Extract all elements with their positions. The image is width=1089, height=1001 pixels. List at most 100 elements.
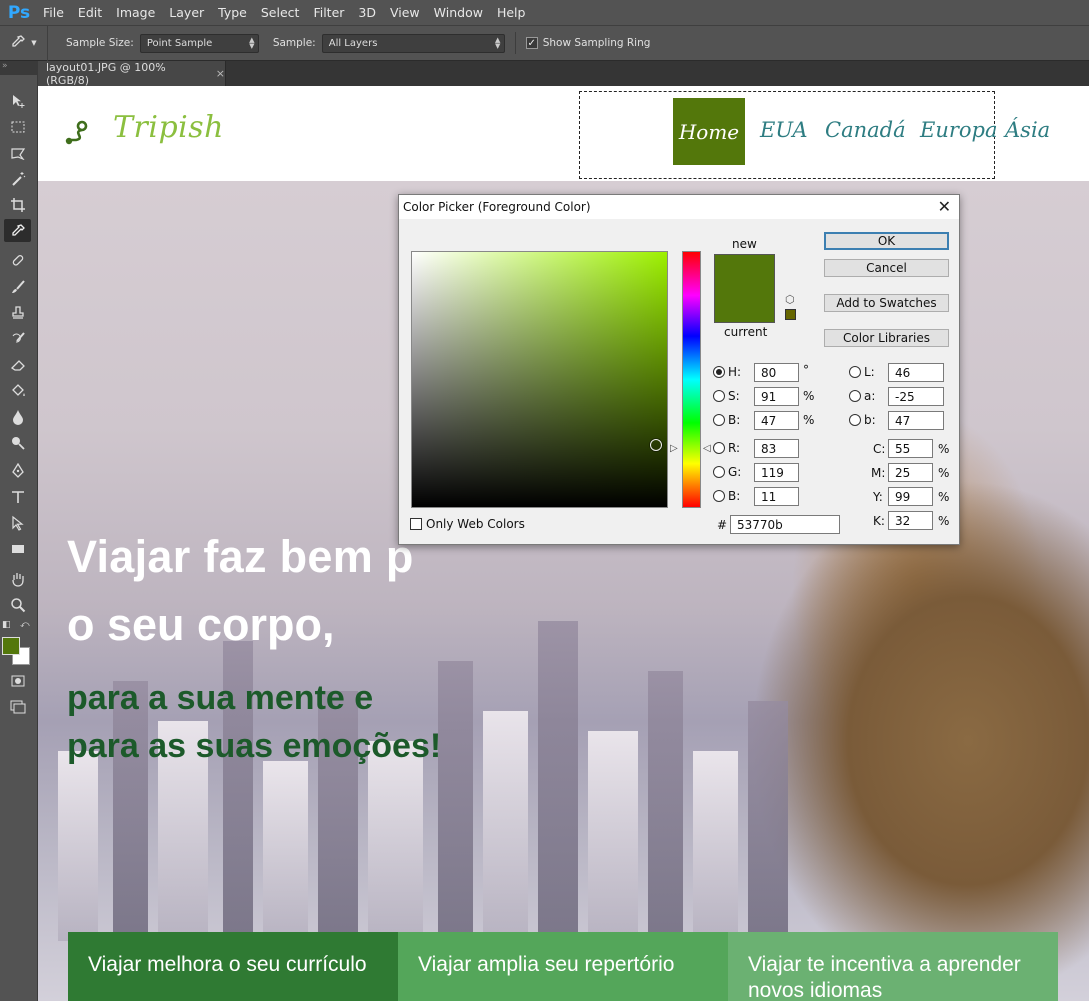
eyedropper-tool-icon[interactable]	[4, 219, 31, 242]
web-safe-swatch[interactable]	[785, 309, 796, 320]
nav-home[interactable]: Home	[673, 98, 745, 165]
add-to-swatches-button[interactable]: Add to Swatches	[824, 294, 949, 312]
lab-l-radio[interactable]: L:	[849, 362, 875, 382]
hue-slider-arrow-right-icon[interactable]: ◁	[703, 443, 711, 454]
lab-b-field[interactable]: 47	[888, 411, 944, 430]
saturation-radio[interactable]: S:	[713, 386, 740, 406]
dodge-tool-icon[interactable]	[4, 431, 31, 454]
menu-help[interactable]: Help	[492, 0, 535, 25]
lab-l-field[interactable]: 46	[888, 363, 944, 382]
red-field[interactable]: 83	[754, 439, 799, 458]
blue-field[interactable]: 11	[754, 487, 799, 506]
menu-file[interactable]: File	[38, 0, 73, 25]
menu-select[interactable]: Select	[256, 0, 309, 25]
hue-field[interactable]: 80	[754, 363, 799, 382]
move-tool-icon[interactable]	[4, 89, 31, 112]
green-field[interactable]: 119	[754, 463, 799, 482]
zoom-tool-icon[interactable]	[4, 593, 31, 616]
building	[58, 751, 98, 941]
dialog-titlebar[interactable]: Color Picker (Foreground Color) ✕	[399, 195, 959, 219]
quick-mask-icon[interactable]	[4, 669, 31, 692]
screen-mode-icon[interactable]	[4, 695, 31, 718]
blue-radio[interactable]: B:	[713, 486, 740, 506]
marquee-tool-icon[interactable]	[4, 115, 31, 138]
sample-select[interactable]: All Layers ▲ ▼	[321, 33, 505, 53]
site-brand[interactable]: Tripish	[113, 110, 224, 145]
magenta-field[interactable]: 25	[888, 463, 933, 482]
cyan-field[interactable]: 55	[888, 439, 933, 458]
brush-tool-icon[interactable]	[4, 275, 31, 298]
hue-slider-arrow-left-icon[interactable]: ▷	[670, 443, 678, 454]
color-libraries-button[interactable]: Color Libraries	[824, 329, 949, 347]
menu-edit[interactable]: Edit	[73, 0, 111, 25]
radio-icon[interactable]	[713, 414, 725, 426]
document-tab[interactable]: layout01.JPG @ 100% (RGB/8) ×	[38, 61, 226, 87]
checkbox-icon[interactable]	[410, 518, 422, 530]
hue-radio[interactable]: H:	[713, 362, 741, 382]
color-picker-ring[interactable]	[650, 439, 662, 451]
nav-europa[interactable]: Europa	[920, 118, 998, 142]
close-icon[interactable]: ✕	[938, 197, 951, 216]
history-brush-icon[interactable]	[4, 327, 31, 350]
current-color-swatch[interactable]	[714, 289, 775, 323]
panel-collapse-strip[interactable]: »	[0, 61, 38, 75]
healing-brush-icon[interactable]	[4, 249, 31, 272]
lasso-tool-icon[interactable]	[4, 141, 31, 164]
tool-preset-picker[interactable]: ▼	[0, 25, 48, 61]
sampling-ring-toggle[interactable]: ✓ Show Sampling Ring	[525, 37, 650, 49]
red-radio[interactable]: R:	[713, 438, 740, 458]
swap-colors-icon[interactable]: ⤺	[20, 620, 30, 630]
saturation-brightness-field[interactable]	[411, 251, 668, 508]
radio-icon[interactable]	[849, 414, 861, 426]
foreground-color-swatch[interactable]	[2, 637, 20, 655]
menu-filter[interactable]: Filter	[308, 0, 353, 25]
rectangle-tool-icon[interactable]	[4, 537, 31, 560]
brightness-radio[interactable]: B:	[713, 410, 740, 430]
blur-tool-icon[interactable]	[4, 405, 31, 428]
menu-view[interactable]: View	[385, 0, 429, 25]
pen-tool-icon[interactable]	[4, 459, 31, 482]
hue-slider[interactable]	[682, 251, 701, 508]
type-tool-icon[interactable]	[4, 485, 31, 508]
hand-tool-icon[interactable]	[4, 567, 31, 590]
magic-wand-icon[interactable]	[4, 167, 31, 190]
menu-window[interactable]: Window	[429, 0, 492, 25]
paint-bucket-icon[interactable]	[4, 379, 31, 402]
radio-selected-icon[interactable]	[713, 366, 725, 378]
lab-a-field[interactable]: -25	[888, 387, 944, 406]
green-radio[interactable]: G:	[713, 462, 741, 482]
radio-icon[interactable]	[713, 442, 725, 454]
nav-asia[interactable]: Ásia	[1005, 118, 1050, 142]
eraser-tool-icon[interactable]	[4, 353, 31, 376]
default-colors-icon[interactable]: ◧	[2, 620, 11, 630]
close-icon[interactable]: ×	[216, 67, 225, 80]
checkbox-checked-icon[interactable]: ✓	[525, 37, 538, 49]
lab-a-radio[interactable]: a:	[849, 386, 875, 406]
radio-icon[interactable]	[713, 490, 725, 502]
radio-icon[interactable]	[849, 390, 861, 402]
sample-size-select[interactable]: Point Sample ▲ ▼	[139, 33, 259, 53]
ok-button[interactable]: OK	[824, 232, 949, 250]
radio-icon[interactable]	[713, 390, 725, 402]
path-selection-icon[interactable]	[4, 511, 31, 534]
clone-stamp-icon[interactable]	[4, 301, 31, 324]
only-web-colors-checkbox[interactable]: Only Web Colors	[410, 517, 525, 531]
lab-b-radio[interactable]: b:	[849, 410, 876, 430]
menu-3d[interactable]: 3D	[353, 0, 385, 25]
yellow-field[interactable]: 99	[888, 487, 933, 506]
saturation-field[interactable]: 91	[754, 387, 799, 406]
black-field[interactable]: 32	[888, 511, 933, 530]
menu-layer[interactable]: Layer	[164, 0, 213, 25]
cube-web-safe-icon[interactable]: ⬡	[785, 293, 795, 306]
radio-icon[interactable]	[713, 466, 725, 478]
brightness-field[interactable]: 47	[754, 411, 799, 430]
crop-tool-icon[interactable]	[4, 193, 31, 216]
hex-field[interactable]: 53770b	[730, 515, 840, 534]
menu-image[interactable]: Image	[111, 0, 164, 25]
menu-type[interactable]: Type	[213, 0, 256, 25]
radio-icon[interactable]	[849, 366, 861, 378]
options-bar: ▼ Sample Size: Point Sample ▲ ▼ Sample: A…	[0, 25, 1089, 61]
cancel-button[interactable]: Cancel	[824, 259, 949, 277]
nav-canada[interactable]: Canadá	[825, 118, 906, 142]
nav-eua[interactable]: EUA	[760, 118, 808, 142]
